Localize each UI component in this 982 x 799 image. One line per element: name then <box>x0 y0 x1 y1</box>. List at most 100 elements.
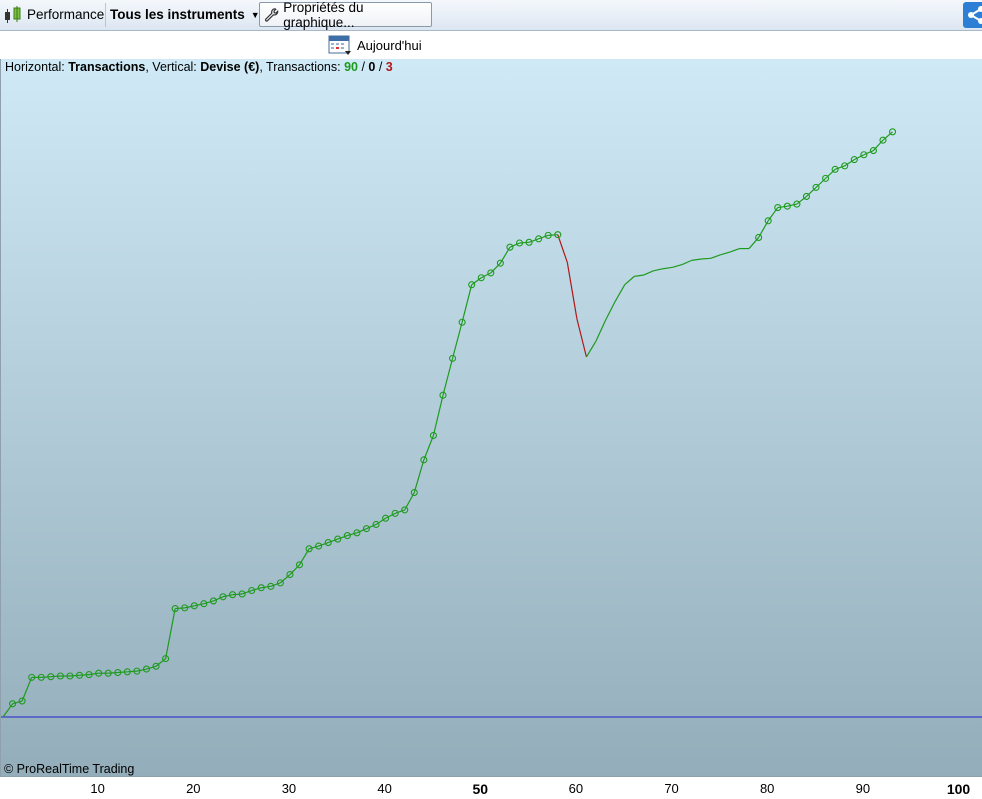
gain-segment <box>701 257 711 260</box>
gain-segment <box>624 275 635 286</box>
count-separator: / <box>375 60 386 74</box>
transactions-prefix: , Transactions: <box>259 60 345 74</box>
x-tick-label: 50 <box>472 781 489 797</box>
x-axis: 10 20 30 40 50 60 70 80 90 100 <box>0 776 982 799</box>
gain-segment <box>194 603 204 607</box>
share-icon <box>968 6 982 24</box>
equity-chart[interactable]: Horizontal: Transactions, Vertical: Devi… <box>0 59 982 776</box>
copyright-text: © ProRealTime Trading <box>4 762 135 776</box>
gain-segment <box>634 274 644 277</box>
toolbar: Performance Tous les instruments ▼ Propr… <box>0 0 982 31</box>
candlestick-icon <box>5 5 21 23</box>
gain-segment <box>672 263 683 268</box>
toolbar-divider <box>105 3 106 27</box>
gain-segment <box>432 395 444 436</box>
gain-segment <box>117 671 128 674</box>
gain-segment <box>806 186 817 197</box>
gain-segment <box>136 668 147 672</box>
gain-segment <box>681 259 692 266</box>
gain-segment <box>653 268 664 272</box>
x-tick-label: 40 <box>377 781 392 796</box>
today-button[interactable]: Aujourd'hui <box>328 34 422 56</box>
x-tick-label: 20 <box>186 781 201 796</box>
gain-segment <box>585 340 597 358</box>
instruments-dropdown[interactable]: Tous les instruments ▼ <box>110 2 260 27</box>
sub-toolbar: Aujourd'hui <box>0 31 982 59</box>
gain-segment <box>548 234 558 236</box>
vertical-value: Devise (€) <box>200 60 260 74</box>
gain-segment <box>471 277 482 286</box>
gain-segment <box>184 605 195 609</box>
chart-info-line: Horizontal: Transactions, Vertical: Devi… <box>5 60 393 74</box>
gain-segment <box>232 593 243 596</box>
gain-segment <box>825 168 836 179</box>
x-tick-label: 80 <box>759 781 775 796</box>
gain-segment <box>595 319 607 342</box>
gain-segment <box>21 677 33 702</box>
gain-segment <box>79 674 90 676</box>
gain-segment <box>767 207 779 222</box>
performance-button[interactable]: Performance <box>3 2 104 27</box>
gain-segment <box>605 301 616 321</box>
gain-segment <box>461 284 473 323</box>
gain-segment <box>155 658 166 667</box>
count-separator: / <box>357 60 369 74</box>
gain-segment <box>88 672 99 676</box>
gain-segment <box>442 358 454 396</box>
gain-segment <box>222 594 233 598</box>
loss-segment <box>566 262 578 319</box>
gain-segment <box>643 270 654 276</box>
x-tick-label: 10 <box>90 781 105 796</box>
gain-segment <box>796 195 807 205</box>
gain-segment <box>2 703 14 718</box>
share-button[interactable] <box>963 2 982 28</box>
gain-segment <box>279 574 291 584</box>
loss-segment <box>576 318 588 358</box>
gain-segment <box>413 459 425 493</box>
gain-segment <box>490 262 501 274</box>
gain-segment <box>729 248 740 253</box>
gain-segment <box>127 670 137 673</box>
gain-segment <box>108 671 118 674</box>
performance-label: Performance <box>27 7 105 22</box>
gain-segment <box>720 251 731 256</box>
today-label: Aujourd'hui <box>357 37 422 53</box>
gain-segment <box>451 322 463 359</box>
gain-segment <box>691 258 702 261</box>
horizontal-value: Transactions <box>68 60 146 74</box>
chart-properties-button[interactable]: Propriétés du graphique... <box>259 0 432 30</box>
gain-segment <box>175 607 185 610</box>
gain-segment <box>662 266 673 270</box>
gain-segment <box>777 205 788 209</box>
gain-segment <box>882 131 893 141</box>
gain-segment <box>519 241 530 244</box>
x-tick-label: 90 <box>855 781 871 796</box>
horizontal-prefix: Horizontal: <box>5 60 69 74</box>
gain-segment <box>50 675 61 678</box>
x-tick-label: 70 <box>664 781 679 796</box>
gain-segment <box>748 237 760 249</box>
gain-segment <box>261 585 271 589</box>
gain-segment <box>710 254 721 259</box>
gain-segment <box>872 139 884 151</box>
vertical-prefix: , Vertical: <box>145 60 201 74</box>
winning-count: 90 <box>344 60 358 74</box>
chart-properties-label: Propriétés du graphique... <box>283 0 364 30</box>
instruments-label: Tous les instruments <box>110 7 245 22</box>
wrench-icon <box>265 7 279 22</box>
gain-segment <box>41 676 51 678</box>
x-tick-label: 30 <box>281 781 297 796</box>
calendar-icon <box>328 35 351 55</box>
equity-plot <box>1 128 982 718</box>
x-tick-label: 60 <box>568 781 584 796</box>
gain-segment <box>423 435 434 461</box>
gain-segment <box>165 608 176 659</box>
gain-segment <box>614 284 626 302</box>
gain-segment <box>787 203 798 207</box>
x-tick-label: 100 <box>946 781 971 797</box>
loss-segment <box>557 234 568 263</box>
gain-segment <box>69 674 80 677</box>
losing-count: 3 <box>385 60 393 74</box>
gain-segment <box>289 564 300 575</box>
gain-segment <box>815 177 827 188</box>
